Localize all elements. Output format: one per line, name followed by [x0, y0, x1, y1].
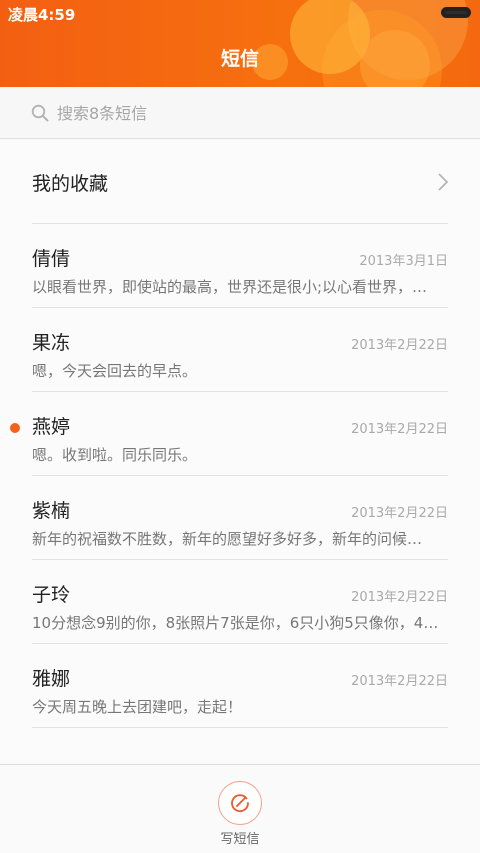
message-preview: 以眼看世界，即使站的最高，世界还是很小;以心看世界，…: [32, 278, 428, 296]
contact-name: 倩倩: [32, 248, 71, 270]
message-date: 2013年3月1日: [359, 254, 448, 269]
message-preview: 嗯。收到啦。同乐同乐。: [32, 446, 198, 464]
unread-indicator: [10, 423, 20, 433]
message-preview: 新年的祝福数不胜数，新年的愿望好多好多，新年的问候…: [32, 530, 423, 548]
message-date: 2013年2月22日: [351, 338, 448, 353]
contact-name: 雅娜: [32, 668, 71, 690]
contact-name: 子玲: [32, 584, 71, 606]
message-row[interactable]: 燕婷 2013年2月22日 嗯。收到啦。同乐同乐。: [0, 392, 480, 476]
contact-name: 果冻: [32, 332, 71, 354]
battery-icon: [441, 7, 471, 18]
message-row[interactable]: 倩倩 2013年3月1日 以眼看世界，即使站的最高，世界还是很小;以心看世界，…: [0, 224, 480, 308]
compose-label: 写短信: [220, 832, 260, 847]
page-title: 短信: [220, 48, 259, 70]
favorites-row[interactable]: 我的收藏: [0, 139, 480, 224]
message-date: 2013年2月22日: [351, 674, 448, 689]
compose-button[interactable]: [218, 781, 262, 825]
contact-name: 燕婷: [32, 416, 71, 438]
search-input[interactable]: [57, 99, 437, 127]
header: 凌晨4:59 短信: [0, 0, 480, 87]
status-bar-time: 凌晨4:59: [8, 6, 76, 24]
message-preview: 今天周五晚上去团建吧，走起！: [32, 698, 243, 716]
favorites-label: 我的收藏: [32, 173, 109, 195]
chevron-right-icon: [438, 173, 449, 191]
message-row[interactable]: 雅娜 2013年2月22日 今天周五晚上去团建吧，走起！: [0, 644, 480, 728]
message-preview: 10分想念9别的你，8张照片7张是你，6只小狗5只像你，4…: [32, 614, 439, 632]
search-icon: [31, 104, 49, 122]
sms-app-screen: 凌晨4:59 短信 我的收藏 倩倩 2013年3月1日 以眼看世界，即使站的最高…: [0, 0, 480, 853]
search-bar: [0, 87, 480, 139]
message-row[interactable]: 子玲 2013年2月22日 10分想念9别的你，8张照片7张是你，6只小狗5只像…: [0, 560, 480, 644]
message-row[interactable]: 紫楠 2013年2月22日 新年的祝福数不胜数，新年的愿望好多好多，新年的问候…: [0, 476, 480, 560]
message-date: 2013年2月22日: [351, 422, 448, 437]
message-preview: 嗯，今天会回去的早点。: [32, 362, 198, 380]
conversation-list: 我的收藏 倩倩 2013年3月1日 以眼看世界，即使站的最高，世界还是很小;以心…: [0, 139, 480, 764]
bottom-bar: 写短信: [0, 764, 480, 853]
message-row[interactable]: 果冻 2013年2月22日 嗯，今天会回去的早点。: [0, 308, 480, 392]
message-date: 2013年2月22日: [351, 590, 448, 605]
message-date: 2013年2月22日: [351, 506, 448, 521]
divider: [32, 727, 448, 728]
compose-icon: [231, 794, 249, 813]
contact-name: 紫楠: [32, 500, 71, 522]
